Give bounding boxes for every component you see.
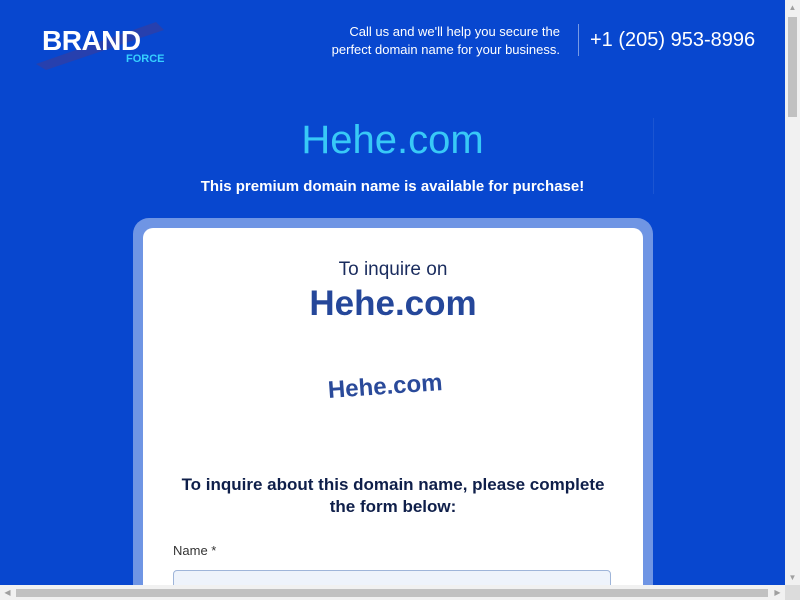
header-divider — [578, 24, 579, 56]
scroll-left-icon[interactable]: ◀ — [0, 585, 15, 600]
scrollbar-corner — [785, 585, 800, 600]
hero-subtitle: This premium domain name is available fo… — [200, 178, 585, 195]
form-heading-line-2: the form below: — [329, 497, 457, 516]
name-field-label: Name * — [173, 543, 217, 558]
hero-domain-title: Hehe.com — [301, 118, 484, 162]
inquire-label: To inquire on — [338, 259, 448, 280]
logo-subword: FORCE — [126, 53, 165, 65]
tagline-line-2: perfect domain name for your business. — [331, 42, 560, 57]
logo-wordmark: BRAND — [42, 25, 141, 56]
name-field[interactable] — [173, 570, 611, 585]
brand-logo[interactable]: BRAND FORCE — [36, 18, 166, 70]
header-tagline: Call us and we'll help you secure the pe… — [300, 23, 560, 59]
horizontal-scroll-thumb[interactable] — [16, 589, 768, 597]
phone-link[interactable]: +1 (205) 953-8996 — [590, 28, 755, 52]
inquiry-card: To inquire on Hehe.com Hehe.com To inqui… — [143, 228, 643, 585]
scroll-down-icon[interactable]: ▼ — [785, 570, 800, 585]
inquire-domain: Hehe.com — [309, 284, 477, 323]
form-heading-line-1: To inquire about this domain name, pleas… — [181, 475, 605, 494]
form-heading: To inquire about this domain name, pleas… — [143, 474, 643, 518]
horizontal-scrollbar[interactable]: ◀ ▶ — [0, 585, 785, 600]
page: BRAND FORCE Call us and we'll help you s… — [0, 0, 785, 585]
scroll-right-icon[interactable]: ▶ — [770, 585, 785, 600]
vertical-scroll-thumb[interactable] — [788, 17, 797, 117]
tagline-line-1: Call us and we'll help you secure the — [349, 24, 560, 39]
domain-logo-image: Hehe.com — [327, 369, 444, 404]
scroll-up-icon[interactable]: ▲ — [785, 0, 800, 15]
vertical-scrollbar[interactable]: ▲ ▼ — [785, 0, 800, 585]
